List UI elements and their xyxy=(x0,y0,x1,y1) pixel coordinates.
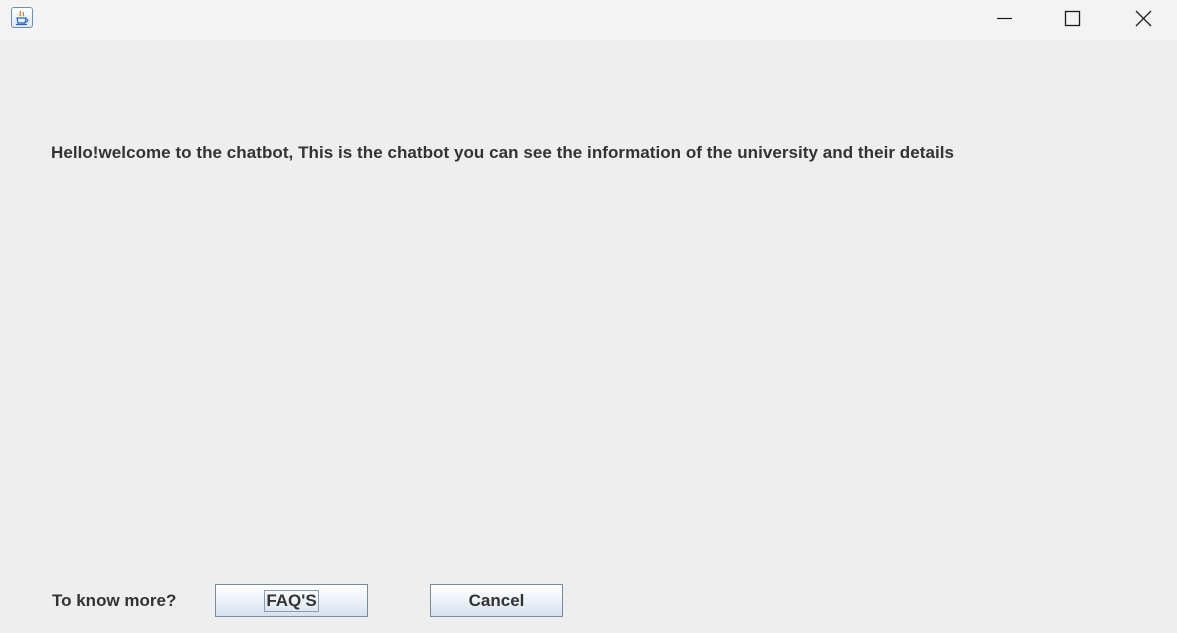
welcome-message: Hello!welcome to the chatbot, This is th… xyxy=(51,143,955,162)
app-window: Hello!welcome to the chatbot, This is th… xyxy=(0,0,1177,633)
close-button[interactable] xyxy=(1120,0,1166,38)
minimize-button[interactable] xyxy=(981,0,1027,38)
java-coffee-cup-icon[interactable] xyxy=(11,7,33,28)
know-more-label: To know more? xyxy=(52,591,177,610)
content-panel: Hello!welcome to the chatbot, This is th… xyxy=(0,40,1177,633)
cancel-button[interactable]: Cancel xyxy=(430,584,563,617)
faq-button-label: FAQ'S xyxy=(264,589,319,612)
maximize-button[interactable] xyxy=(1050,0,1096,38)
maximize-icon xyxy=(1064,10,1081,27)
title-bar[interactable] xyxy=(0,0,1177,40)
minimize-icon xyxy=(997,17,1012,20)
faq-button[interactable]: FAQ'S xyxy=(215,584,368,617)
cancel-button-label: Cancel xyxy=(468,590,525,610)
close-icon xyxy=(1135,10,1152,27)
